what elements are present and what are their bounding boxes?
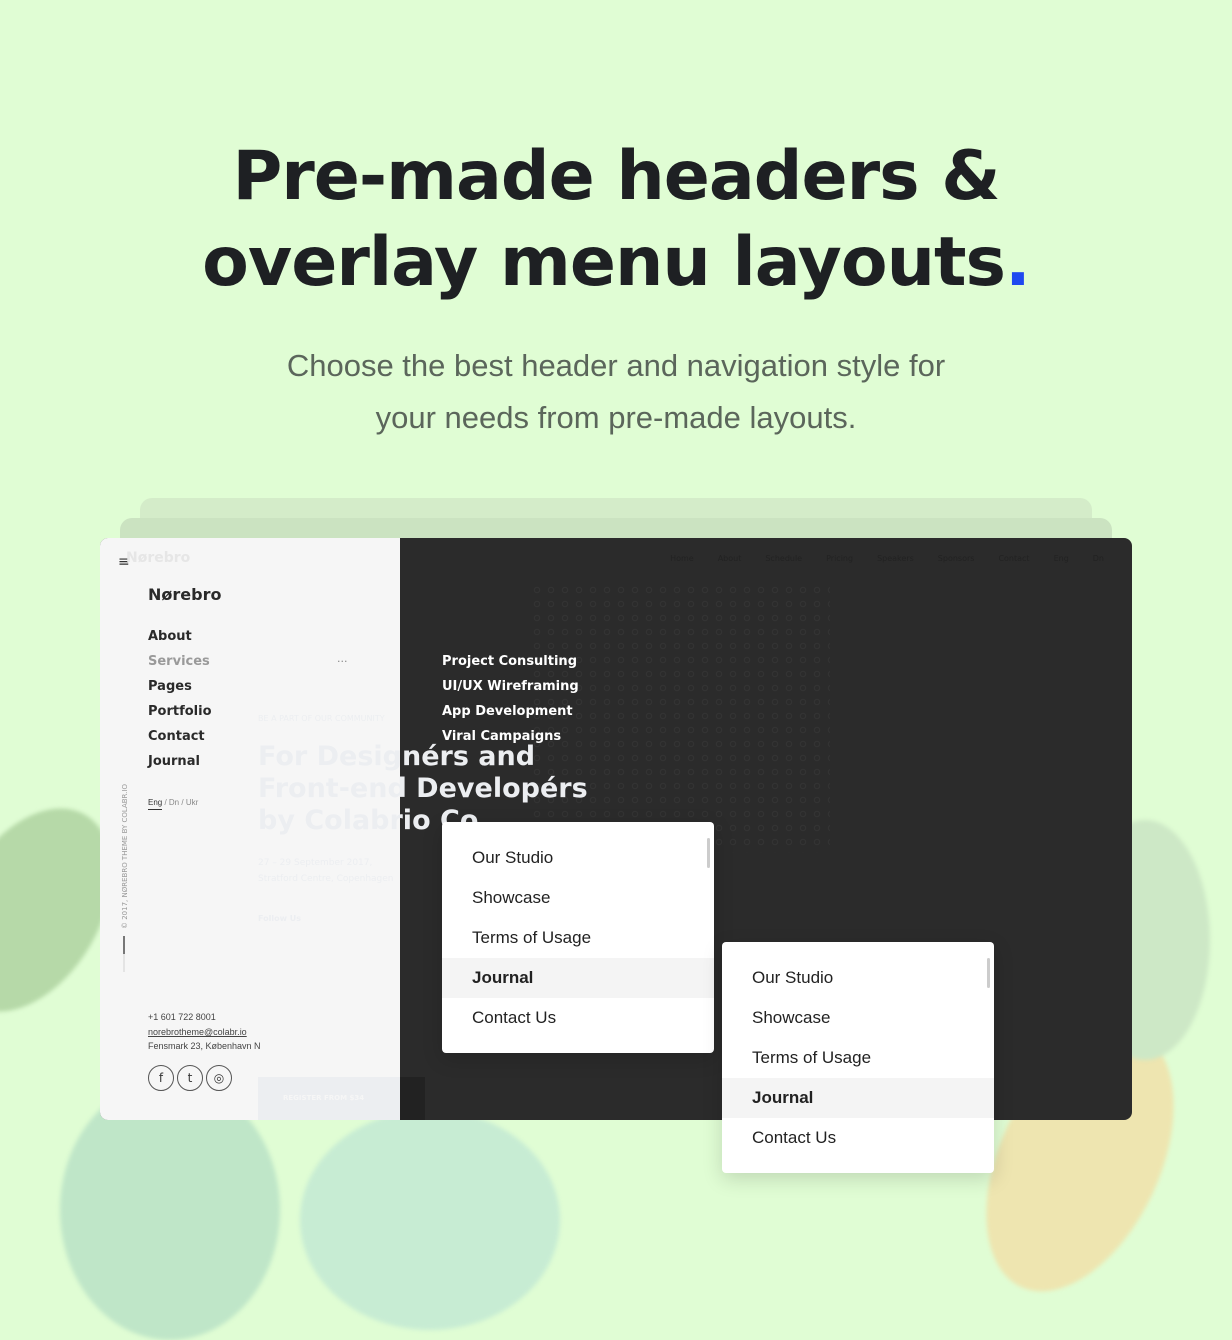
twitter-icon[interactable]: t bbox=[177, 1065, 203, 1091]
dropdown-item[interactable]: Contact Us bbox=[442, 998, 714, 1038]
menu-item-contact[interactable]: Contact bbox=[148, 729, 205, 744]
dropdown-item[interactable]: Showcase bbox=[442, 878, 714, 918]
brush-decoration bbox=[300, 1110, 560, 1330]
dropdown-item[interactable]: Our Studio bbox=[722, 958, 994, 998]
top-nav: Home About Schedule Pricing Speakers Sponsors… bbox=[670, 554, 1104, 563]
vertical-copyright: © 2017, NØREBRO THEME BY COLABR.IO bbox=[121, 784, 129, 929]
dropdown-item[interactable]: Terms of Usage bbox=[722, 1038, 994, 1078]
menu-item-pages[interactable]: Pages bbox=[148, 679, 192, 694]
brand-logo[interactable]: Nørebro bbox=[148, 585, 221, 604]
instagram-icon[interactable]: ◎ bbox=[206, 1065, 232, 1091]
dropdown-item[interactable]: Showcase bbox=[722, 998, 994, 1038]
phone-number: +1 601 722 8001 bbox=[148, 1012, 216, 1022]
lang-dn[interactable]: Dn bbox=[169, 798, 179, 807]
lang-eng[interactable]: Eng bbox=[148, 798, 163, 810]
submenu-item[interactable]: UI/UX Wireframing bbox=[442, 679, 579, 694]
email-link[interactable]: norebrotheme@colabr.io bbox=[148, 1027, 247, 1037]
ghost-hero-kicker: BE A PART OF OUR COMMUNITY bbox=[258, 714, 385, 723]
page-title: Pre-made headers & overlay menu layouts. bbox=[202, 137, 1031, 302]
register-arrow bbox=[400, 1077, 425, 1120]
menu-item-journal[interactable]: Journal bbox=[148, 754, 200, 769]
menu-item-services[interactable]: Services bbox=[148, 654, 210, 669]
submenu-item[interactable]: Project Consulting bbox=[442, 654, 577, 669]
address: Fensmark 23, København N bbox=[148, 1041, 261, 1051]
ghost-register-button: REGISTER FROM $34 bbox=[258, 1077, 400, 1120]
ghost-logo: Nørebro bbox=[126, 550, 191, 566]
lang-ukr[interactable]: Ukr bbox=[186, 798, 198, 807]
overlay-menu-panel: ≡ Nørebro Nørebro About Services ... Pag… bbox=[100, 538, 588, 1120]
dropdown-menu-2: Our Studio Showcase Terms of Usage Journ… bbox=[722, 942, 994, 1173]
more-icon[interactable]: ... bbox=[337, 652, 348, 665]
language-switcher: Eng / Dn / Ukr bbox=[148, 798, 198, 810]
dropdown-item[interactable]: Our Studio bbox=[442, 838, 714, 878]
social-links: f t ◎ bbox=[148, 1065, 235, 1091]
submenu-item[interactable]: App Development bbox=[442, 704, 573, 719]
scroll-indicator bbox=[123, 936, 125, 972]
page-subtitle: Choose the best header and navigation st… bbox=[286, 348, 946, 435]
submenu-item[interactable]: Viral Campaigns bbox=[442, 729, 561, 744]
dropdown-item-active[interactable]: Journal bbox=[722, 1078, 994, 1118]
menu-item-portfolio[interactable]: Portfolio bbox=[148, 704, 212, 719]
menu-item-about[interactable]: About bbox=[148, 629, 192, 644]
facebook-icon[interactable]: f bbox=[148, 1065, 174, 1091]
ghost-hero-date: 27 – 29 September 2017, Stratford Centre,… bbox=[258, 858, 394, 884]
dropdown-item[interactable]: Contact Us bbox=[722, 1118, 994, 1158]
dropdown-item-active[interactable]: Journal bbox=[442, 958, 714, 998]
scrollbar[interactable] bbox=[707, 838, 710, 868]
scrollbar[interactable] bbox=[987, 958, 990, 988]
ghost-follow: Follow Us bbox=[258, 914, 302, 923]
dropdown-item[interactable]: Terms of Usage bbox=[442, 918, 714, 958]
dropdown-menu-1: Our Studio Showcase Terms of Usage Journ… bbox=[442, 822, 714, 1053]
